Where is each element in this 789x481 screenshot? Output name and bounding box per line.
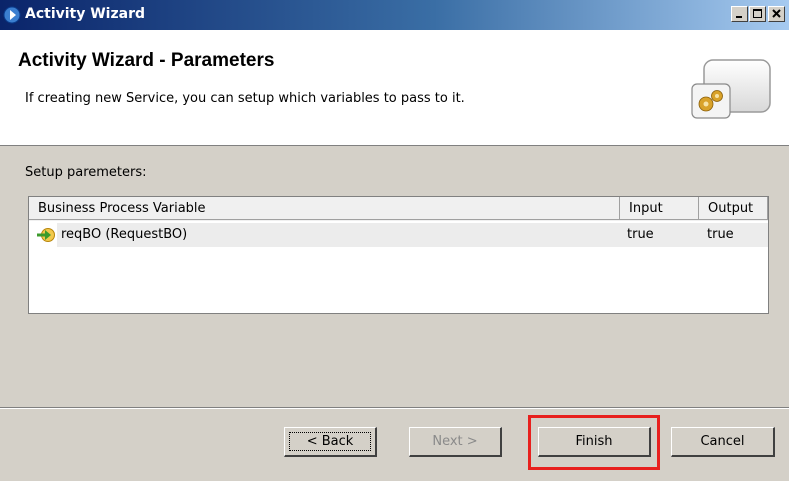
back-button[interactable]: < Back	[284, 427, 377, 457]
variable-name: reqBO (RequestBO)	[61, 227, 188, 242]
wizard-header: Activity Wizard - Parameters If creating…	[0, 30, 789, 146]
page-title: Activity Wizard - Parameters	[18, 50, 275, 71]
close-icon	[772, 9, 781, 18]
finish-button-label: Finish	[575, 434, 613, 449]
next-button-label: Next >	[432, 434, 478, 449]
maximize-button[interactable]	[749, 6, 766, 22]
minimize-icon	[736, 16, 742, 18]
finish-button[interactable]: Finish	[538, 427, 651, 457]
table-row[interactable]: reqBO (RequestBO) true true	[29, 223, 768, 247]
parameters-table[interactable]: Business Process Variable Input Output r…	[28, 196, 769, 314]
close-button[interactable]	[768, 6, 785, 22]
column-header-input[interactable]: Input	[620, 197, 699, 220]
minimize-button[interactable]	[731, 6, 748, 22]
output-value: true	[707, 227, 734, 242]
input-value: true	[627, 227, 654, 242]
column-header-output[interactable]: Output	[699, 197, 768, 220]
next-button[interactable]: Next >	[409, 427, 502, 457]
window-title: Activity Wizard	[25, 6, 146, 22]
setup-parameters-label: Setup paremeters:	[25, 165, 147, 180]
table-header: Business Process Variable Input Output	[29, 197, 768, 221]
column-header-variable[interactable]: Business Process Variable	[29, 197, 620, 220]
page-description: If creating new Service, you can setup w…	[25, 91, 465, 106]
back-button-label: < Back	[306, 434, 354, 449]
title-bar[interactable]: Activity Wizard	[0, 0, 789, 30]
cancel-button[interactable]: Cancel	[671, 427, 775, 457]
app-icon	[3, 6, 21, 24]
footer-separator	[0, 407, 789, 409]
maximize-icon	[753, 9, 762, 18]
wizard-gears-icon	[690, 58, 774, 122]
variable-arrow-icon	[36, 226, 56, 244]
cancel-button-label: Cancel	[700, 434, 745, 449]
